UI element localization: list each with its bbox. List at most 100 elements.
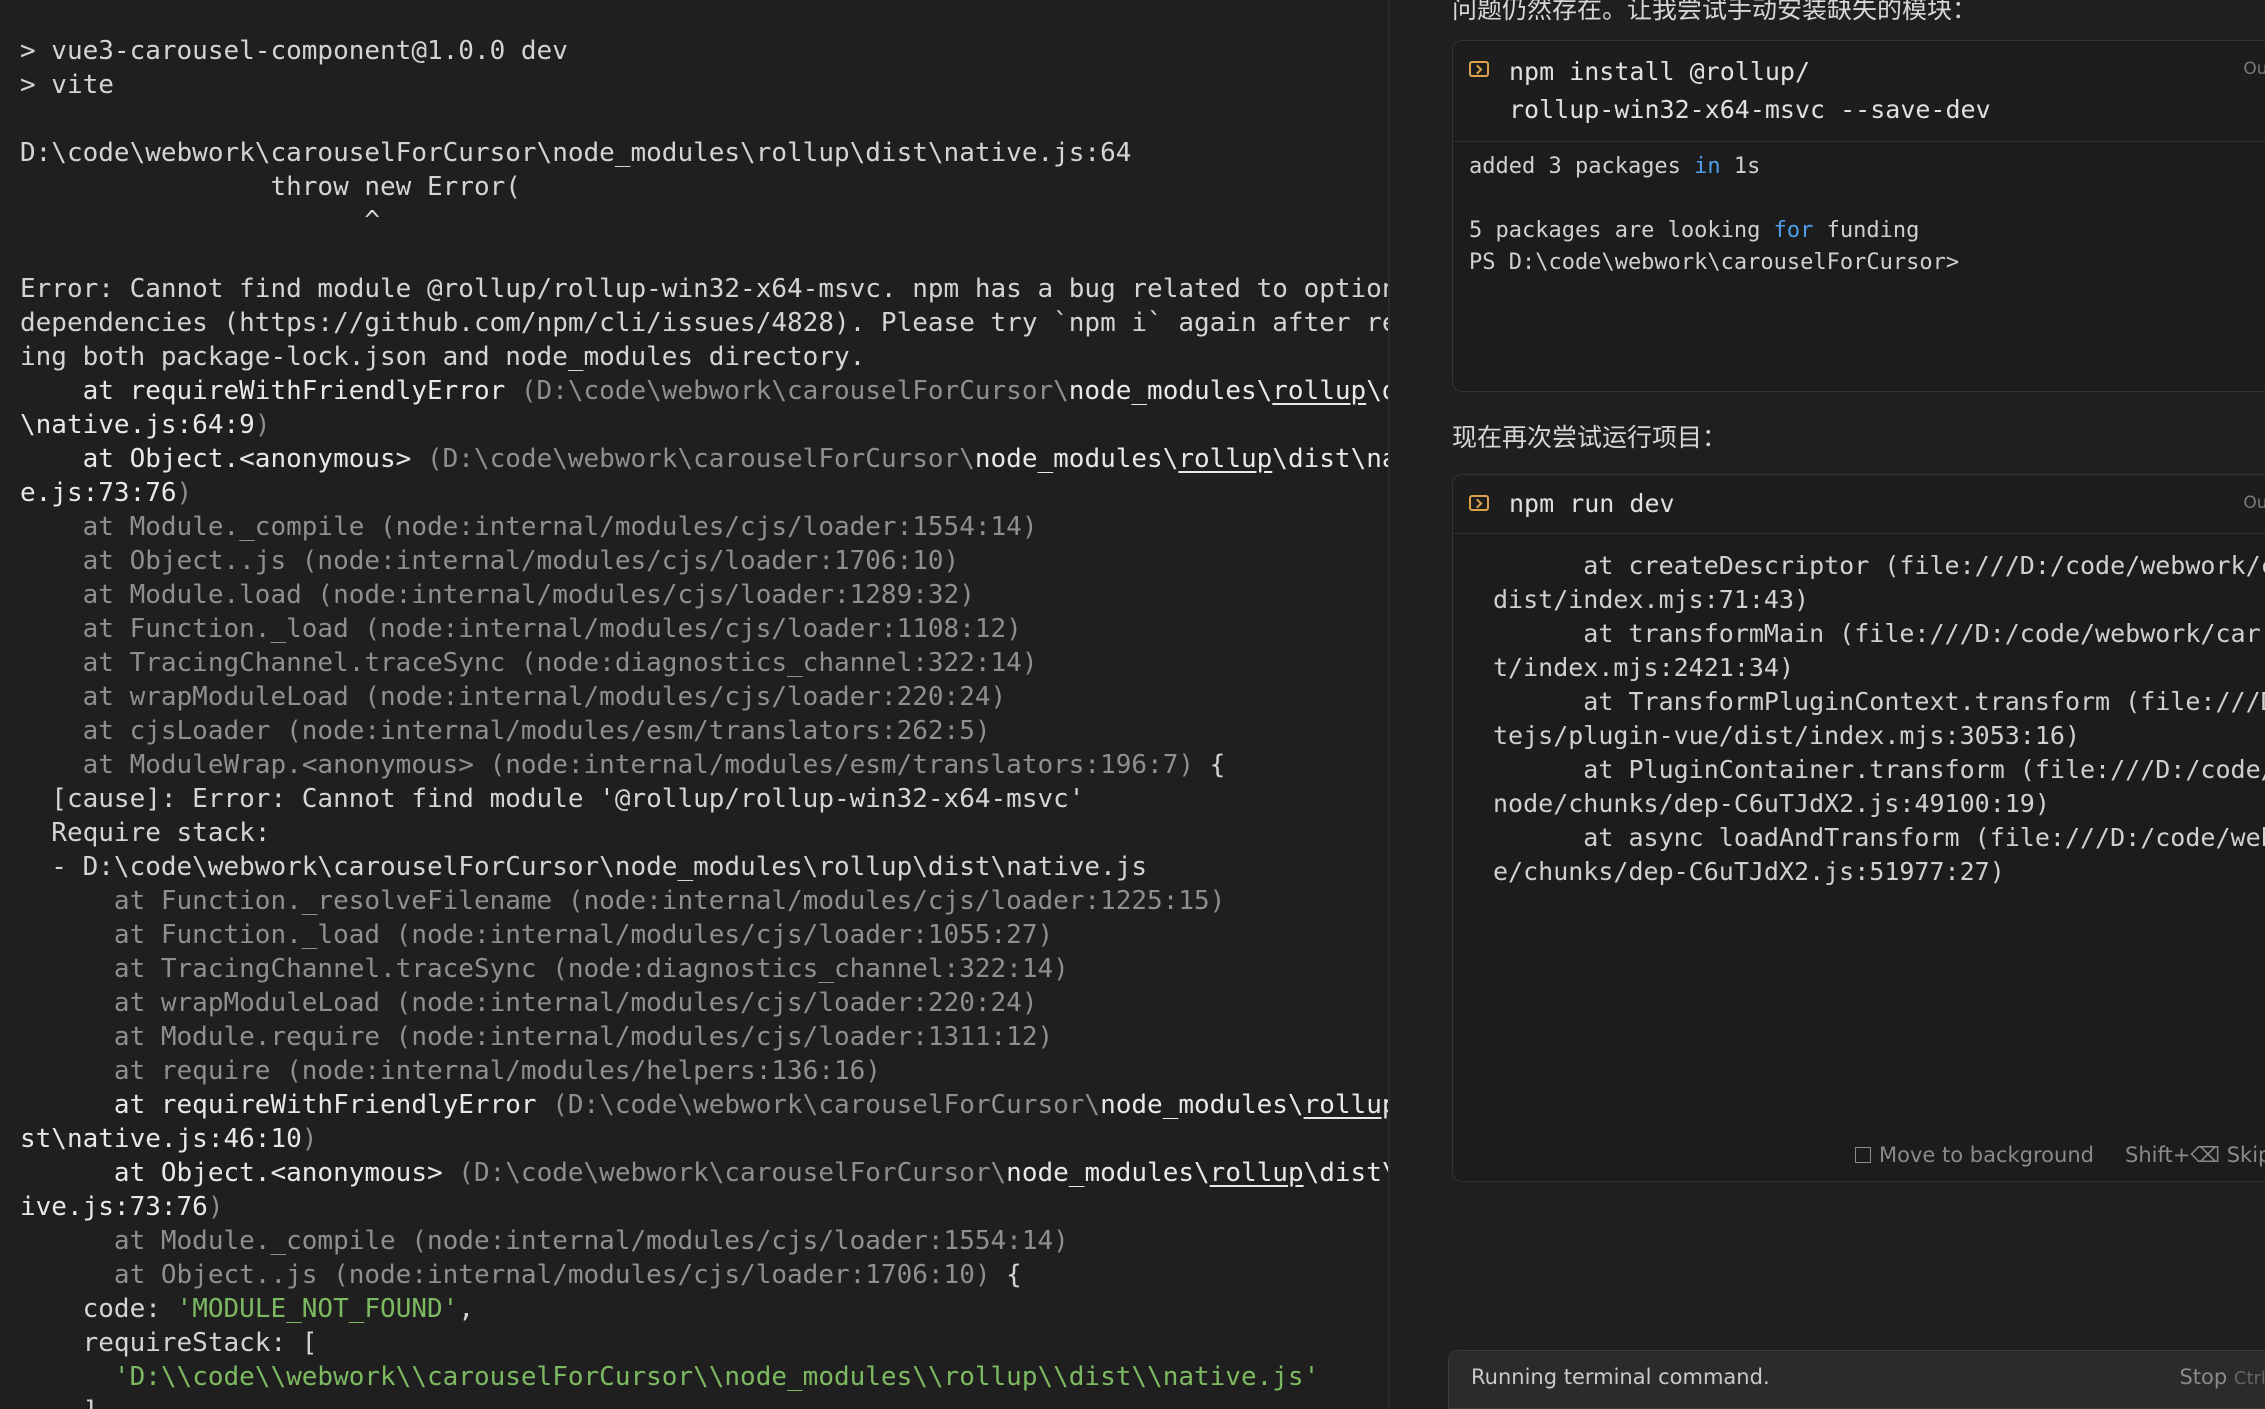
stop-button[interactable]: Stop Ctrl+Shift+	[2179, 1365, 2265, 1389]
terminal-line: at Function._load (node:internal/modules…	[20, 612, 1388, 646]
text-segment: at ModuleWrap.<anonymous> (node:internal…	[20, 750, 1194, 780]
text-segment: at Module.require (node:internal/modules…	[20, 1022, 1054, 1052]
text-segment: e.js:73:76	[20, 478, 177, 508]
terminal-line: at TracingChannel.traceSync (node:diagno…	[20, 646, 1388, 680]
text-segment: 5 packages are looking	[1469, 218, 1774, 243]
status-bar: Running terminal command. Stop Ctrl+Shif…	[1448, 1350, 2265, 1409]
text-segment: at Function._resolveFilename (node:inter…	[20, 886, 1226, 916]
text-segment: (D:\code\webwork\carouselForCursor\	[552, 1090, 1101, 1120]
terminal-line: - D:\code\webwork\carouselForCursor\node…	[20, 850, 1388, 884]
text-segment: (D:\code\webwork\carouselForCursor\	[427, 444, 975, 474]
text-segment	[20, 1362, 114, 1392]
text-segment: at Object.<anonymous>	[20, 444, 427, 474]
stop-label: Stop	[2179, 1365, 2228, 1389]
text-segment: at requireWithFriendlyError	[20, 1090, 553, 1120]
text-segment: node_modules\	[1068, 376, 1273, 406]
text-segment: \dist	[1366, 376, 1388, 406]
terminal-line: > vite	[20, 68, 1388, 102]
external-icon	[1855, 1147, 1871, 1163]
text-segment: at TracingChannel.traceSync (node:diagno…	[20, 954, 1069, 984]
terminal-line: ^	[20, 204, 1388, 238]
text-segment: \dist\nativ	[1272, 444, 1388, 474]
text-segment: ]	[20, 1396, 99, 1409]
output-line: at async loadAndTransform (file:///D:/co…	[1493, 823, 2265, 852]
output-line: at PluginContainer.transform (file:///D:…	[1493, 755, 2265, 784]
terminal-line: dependencies (https://github.com/npm/cli…	[20, 306, 1388, 340]
text-segment: rollup	[1178, 444, 1273, 474]
text-segment: rollup	[1303, 1090, 1388, 1120]
status-text: Running terminal command.	[1471, 1365, 1770, 1389]
terminal-icon	[1469, 61, 1489, 77]
terminal-line: at requireWithFriendlyError (D:\code\web…	[20, 374, 1388, 408]
terminal-line: 'D:\\code\\webwork\\carouselForCursor\\n…	[20, 1360, 1388, 1394]
text-segment: at Object..js (node:internal/modules/cjs…	[20, 1260, 991, 1290]
terminal-line: at Function._load (node:internal/modules…	[20, 918, 1388, 952]
text-segment: funding	[1813, 218, 1920, 243]
chat-panel: 问题仍然存在。让我尝试手动安装缺失的模块： npm install @rollu…	[1390, 0, 2265, 1409]
text-segment: ive.js:73:76	[20, 1192, 208, 1222]
command-output: at createDescriptor (file:///D:/code/web…	[1493, 549, 2265, 889]
text-segment: ing both package-lock.json and node_modu…	[20, 342, 866, 372]
text-segment: > vite	[20, 70, 114, 100]
skip-button[interactable]: Shift+⌫ Skip	[2125, 1143, 2265, 1167]
terminal-line: at Object.<anonymous> (D:\code\webwork\c…	[20, 1156, 1388, 1190]
terminal-line: at TracingChannel.traceSync (node:diagno…	[20, 952, 1388, 986]
output-line: at transformMain (file:///D:/code/webwor…	[1493, 619, 2261, 648]
text-segment: at wrapModuleLoad (node:internal/modules…	[20, 682, 1007, 712]
text-segment: rollup	[1209, 1158, 1304, 1188]
output-line: at createDescriptor (file:///D:/code/web…	[1493, 551, 2265, 580]
output-tab[interactable]: Outp	[2243, 493, 2265, 513]
terminal-line: at Module.load (node:internal/modules/cj…	[20, 578, 1388, 612]
text-segment: node_modules\	[1006, 1158, 1210, 1188]
terminal-line: throw new Error(	[20, 170, 1388, 204]
text-segment: node_modules\	[1100, 1090, 1304, 1120]
assistant-message-mid: 现在再次尝试运行项目：	[1452, 423, 1728, 452]
text-segment: ,	[458, 1294, 474, 1324]
text-segment: in	[1694, 154, 1721, 179]
output-line: at TransformPluginContext.transform (fil…	[1493, 687, 2265, 716]
text-segment: at require (node:internal/modules/helper…	[20, 1056, 881, 1086]
terminal-line: ]	[20, 1394, 1388, 1409]
terminal-output: > vue3-carousel-component@1.0.0 dev > vit…	[20, 34, 1388, 1409]
text-segment: Error: Cannot find module @rollup/rollup…	[20, 274, 1388, 304]
terminal-line: requireStack: [	[20, 1326, 1388, 1360]
text-segment: at Module.load (node:internal/modules/cj…	[20, 580, 975, 610]
text-segment: )	[176, 478, 193, 508]
text-segment: at Module._compile (node:internal/module…	[20, 512, 1038, 542]
terminal-line: at Object..js (node:internal/modules/cjs…	[20, 544, 1388, 578]
text-segment: (D:\code\webwork\carouselForCursor\	[520, 376, 1069, 406]
text-segment: at TracingChannel.traceSync (node:diagno…	[20, 648, 1038, 678]
output-line: e/chunks/dep-C6uTJdX2.js:51977:27)	[1493, 857, 2005, 886]
terminal-icon	[1469, 495, 1489, 511]
text-segment: rollup	[1272, 376, 1367, 406]
text-segment: at Object.<anonymous>	[20, 1158, 459, 1188]
text-segment: st\native.js:46:10	[20, 1124, 302, 1154]
stop-shortcut: Ctrl+Shift+	[2233, 1368, 2265, 1389]
command-card-header: npm install @rollup/ rollup-win32-x64-ms…	[1453, 41, 2265, 142]
text-segment: at requireWithFriendlyError	[20, 376, 521, 406]
terminal-line: ing both package-lock.json and node_modu…	[20, 340, 1388, 374]
text-segment: 'D:\\code\\webwork\\carouselForCursor\\n…	[113, 1362, 1320, 1392]
terminal-line: > vue3-carousel-component@1.0.0 dev	[20, 34, 1388, 68]
terminal-line: at cjsLoader (node:internal/modules/esm/…	[20, 714, 1388, 748]
text-segment: at wrapModuleLoad (node:internal/modules…	[20, 988, 1038, 1018]
terminal-panel[interactable]: > vue3-carousel-component@1.0.0 dev > vit…	[0, 0, 1388, 1409]
text-segment: {	[1194, 750, 1226, 780]
terminal-line: [cause]: Error: Cannot find module '@rol…	[20, 782, 1388, 816]
terminal-line: at Function._resolveFilename (node:inter…	[20, 884, 1388, 918]
terminal-line: code: 'MODULE_NOT_FOUND',	[20, 1292, 1388, 1326]
move-to-background-button[interactable]: Move to background	[1855, 1143, 2094, 1167]
text-segment: throw new Error(	[20, 172, 521, 202]
terminal-line: ive.js:73:76)	[20, 1190, 1388, 1224]
text-segment: )	[301, 1124, 318, 1154]
text-segment: (D:\code\webwork\carouselForCursor\	[458, 1158, 1007, 1188]
text-segment: at Function._load (node:internal/modules…	[20, 920, 1054, 950]
move-to-background-label: Move to background	[1879, 1143, 2094, 1167]
output-line: 5 packages are looking for funding	[1469, 215, 1959, 247]
output-line: node/chunks/dep-C6uTJdX2.js:49100:19)	[1493, 789, 2050, 818]
terminal-line: st\native.js:46:10)	[20, 1122, 1388, 1156]
output-tab[interactable]: Outp	[2243, 59, 2265, 79]
text-segment: )	[207, 1192, 224, 1222]
terminal-line: Error: Cannot find module @rollup/rollup…	[20, 272, 1388, 306]
